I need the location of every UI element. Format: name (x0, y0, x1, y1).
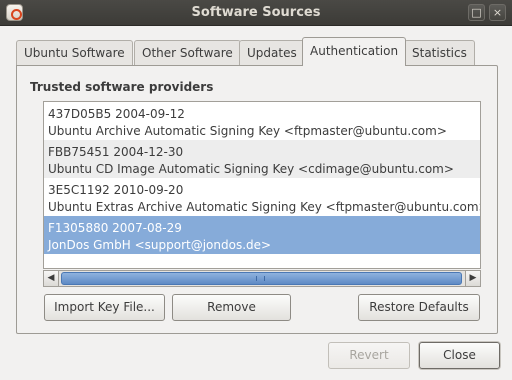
trusted-providers-heading: Trusted software providers (30, 80, 214, 94)
title-bar: Software Sources □ × (0, 0, 512, 26)
key-owner: Ubuntu CD Image Automatic Signing Key <c… (48, 162, 454, 176)
list-item[interactable]: FBB75451 2004-12-30 Ubuntu CD Image Auto… (44, 140, 480, 178)
close-button[interactable]: Close (419, 342, 500, 369)
trusted-keys-list[interactable]: 437D05B5 2004-09-12 Ubuntu Archive Autom… (43, 101, 481, 269)
close-window-button[interactable]: × (489, 4, 506, 21)
remove-key-button[interactable]: Remove (172, 294, 291, 321)
tab-statistics[interactable]: Statistics (404, 40, 475, 65)
scrollbar-thumb[interactable] (61, 272, 462, 285)
key-id-date: 437D05B5 2004-09-12 (48, 107, 185, 121)
key-id-date: F1305880 2007-08-29 (48, 221, 182, 235)
import-key-file-button[interactable]: Import Key File... (44, 294, 165, 321)
tab-updates[interactable]: Updates (239, 40, 305, 65)
key-owner: Ubuntu Extras Archive Automatic Signing … (48, 200, 481, 214)
tab-authentication[interactable]: Authentication (302, 37, 407, 66)
horizontal-scrollbar[interactable]: ◀ ▶ (43, 270, 481, 287)
key-id-date: 3E5C1192 2010-09-20 (48, 183, 184, 197)
restore-defaults-button[interactable]: Restore Defaults (358, 294, 480, 321)
list-item[interactable]: 437D05B5 2004-09-12 Ubuntu Archive Autom… (44, 102, 480, 140)
key-owner: Ubuntu Archive Automatic Signing Key <ft… (48, 124, 447, 138)
list-item[interactable]: 3E5C1192 2010-09-20 Ubuntu Extras Archiv… (44, 178, 481, 216)
scroll-left-icon[interactable]: ◀ (44, 271, 59, 286)
tab-other-software[interactable]: Other Software (134, 40, 241, 65)
key-owner: JonDos GmbH <support@jondos.de> (48, 238, 272, 252)
maximize-button[interactable]: □ (468, 4, 485, 21)
scroll-right-icon[interactable]: ▶ (465, 271, 480, 286)
list-item-selected[interactable]: F1305880 2007-08-29 JonDos GmbH <support… (44, 216, 480, 254)
key-id-date: FBB75451 2004-12-30 (48, 145, 184, 159)
window-title: Software Sources (191, 5, 321, 20)
revert-button[interactable]: Revert (328, 342, 410, 369)
tab-ubuntu-software[interactable]: Ubuntu Software (16, 40, 133, 65)
